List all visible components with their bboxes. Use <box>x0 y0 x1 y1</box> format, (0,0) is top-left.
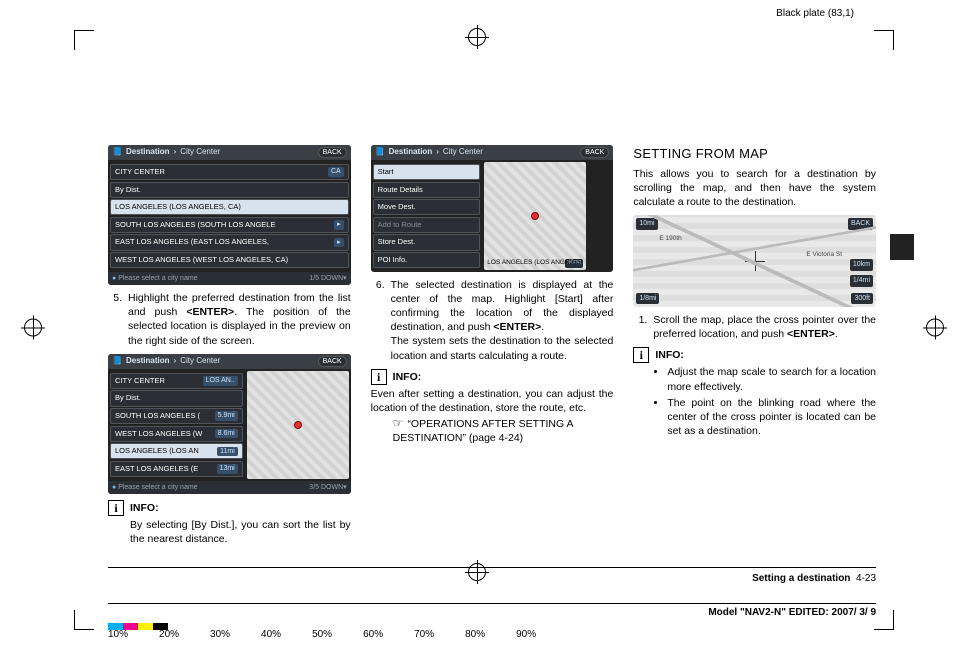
scale-chip: 1/8mi <box>636 293 659 304</box>
back-button[interactable]: BACK <box>318 147 347 158</box>
menu-start[interactable]: Start <box>373 164 481 180</box>
model-rule <box>108 603 876 604</box>
nav-book-icon: 📘 <box>112 356 122 367</box>
menu-move-dest[interactable]: Move Dest. <box>373 199 481 215</box>
menu-add-to-route: Add to Route <box>373 217 481 233</box>
street-label: E Victoria St <box>806 251 842 260</box>
menu-route-details[interactable]: Route Details <box>373 182 481 198</box>
back-button[interactable]: BACK <box>318 356 347 367</box>
header-row[interactable]: CITY CENTER CA <box>110 164 349 180</box>
scale-chip: 300ft <box>851 293 873 304</box>
column-1: 📘 Destination › City Center BACK CITY CE… <box>108 145 351 550</box>
content-columns: 📘 Destination › City Center BACK CITY CE… <box>108 145 876 550</box>
list-item[interactable]: SOUTH LOS ANGELES (5.9mi <box>110 408 243 424</box>
page-root: Black plate (83,1) 📘 Destination › City … <box>0 0 954 660</box>
street-label: E 190th <box>659 235 681 244</box>
list-item[interactable]: SOUTH LOS ANGELES (SOUTH LOS ANGELE▸ <box>110 217 349 233</box>
bullet-item: The point on the blinking road where the… <box>667 396 876 439</box>
map-preview: 300ft LOS ANGELES (LOS ANGELES <box>484 162 586 269</box>
crumb-destination: Destination <box>126 147 170 158</box>
list-item[interactable]: EAST LOS ANGELES (E13mi <box>110 461 243 477</box>
hint-text: Please select a city name <box>112 274 198 283</box>
menu-poi-info[interactable]: POI Info. <box>373 252 481 268</box>
sort-row[interactable]: By Dist. <box>110 390 243 406</box>
side-chip: 1/4mi <box>850 275 873 286</box>
info-heading: i INFO: <box>371 369 614 385</box>
footer-text: Setting a destination 4-23 <box>752 573 876 584</box>
footer-rule <box>108 567 876 568</box>
crumb-city-center: City Center <box>180 147 220 158</box>
thumb-tab <box>890 234 914 260</box>
column-2: 📘 Destination› City Center BACK Start Ro… <box>371 145 614 550</box>
sort-row[interactable]: By Dist. <box>110 182 349 198</box>
registration-right <box>926 319 944 342</box>
crosshair-icon <box>745 251 765 271</box>
info-icon: i <box>633 347 649 363</box>
list-item[interactable]: LOS ANGELES (LOS ANGELES, CA) <box>110 199 349 215</box>
map-preview <box>247 371 349 478</box>
map-caption: LOS ANGELES (LOS ANGELES <box>487 259 581 268</box>
bullet-item: Adjust the map scale to search for a loc… <box>667 365 876 393</box>
nav-book-icon: 📘 <box>375 147 385 158</box>
section-intro: This allows you to search for a destinat… <box>633 167 876 210</box>
map-pin-icon <box>294 421 302 429</box>
pointing-hand-icon: ☞ <box>393 416 404 430</box>
screenshot-city-list-dist: 📘 Destination› City Center BACK CITY CEN… <box>108 354 351 494</box>
info-icon: i <box>108 500 124 516</box>
info-bullets: Adjust the map scale to search for a loc… <box>633 365 876 438</box>
info-body: Even after setting a destination, you ca… <box>371 387 614 415</box>
percent-bar: 10%20%30% 40%50%60% 70%80%90% <box>108 629 536 640</box>
step-6: 6. The selected destination is displayed… <box>371 278 614 363</box>
plate-label: Black plate (83,1) <box>776 8 854 19</box>
registration-top <box>468 28 486 51</box>
column-3: SETTING FROM MAP This allows you to sear… <box>633 145 876 550</box>
side-chip: 10km <box>850 259 873 270</box>
step-1: 1. Scroll the map, place the cross point… <box>633 313 876 341</box>
screenshot-map-scroll: 10mi BACK 1/8mi 300ft 10km 1/4mi E Victo… <box>633 215 876 307</box>
registration-left <box>24 319 42 342</box>
back-button[interactable]: BACK <box>848 218 873 229</box>
section-heading: SETTING FROM MAP <box>633 145 876 163</box>
header-row[interactable]: CITY CENTER LOS AN.. <box>110 373 243 389</box>
cross-reference: ☞“OPERATIONS AFTER SETTING A DESTINATION… <box>371 415 614 445</box>
info-heading: i INFO: <box>633 347 876 363</box>
crop-mark-br <box>874 610 894 630</box>
map-pin-icon <box>531 212 539 220</box>
crop-mark-tr <box>874 30 894 50</box>
list-item[interactable]: WEST LOS ANGELES (W8.6mi <box>110 426 243 442</box>
model-text: Model "NAV2-N" EDITED: 2007/ 3/ 9 <box>708 607 876 618</box>
info-icon: i <box>371 369 387 385</box>
screenshot-city-list: 📘 Destination › City Center BACK CITY CE… <box>108 145 351 285</box>
screenshot-dest-menu: 📘 Destination› City Center BACK Start Ro… <box>371 145 614 272</box>
back-button[interactable]: BACK <box>580 147 609 158</box>
list-item[interactable]: EAST LOS ANGELES (EAST LOS ANGELES,▸ <box>110 234 349 250</box>
crop-mark-bl <box>74 610 94 630</box>
info-heading: i INFO: <box>108 500 351 516</box>
distance-chip: 10mi <box>636 218 657 229</box>
list-item[interactable]: LOS ANGELES (LOS AN11mi <box>110 443 243 459</box>
crop-mark-tl <box>74 30 94 50</box>
list-item[interactable]: WEST LOS ANGELES (WEST LOS ANGELES, CA) <box>110 252 349 268</box>
step-5: 5. Highlight the preferred destination f… <box>108 291 351 348</box>
info-body: By selecting [By Dist.], you can sort th… <box>108 518 351 546</box>
menu-store-dest[interactable]: Store Dest. <box>373 234 481 250</box>
nav-book-icon: 📘 <box>112 147 122 158</box>
